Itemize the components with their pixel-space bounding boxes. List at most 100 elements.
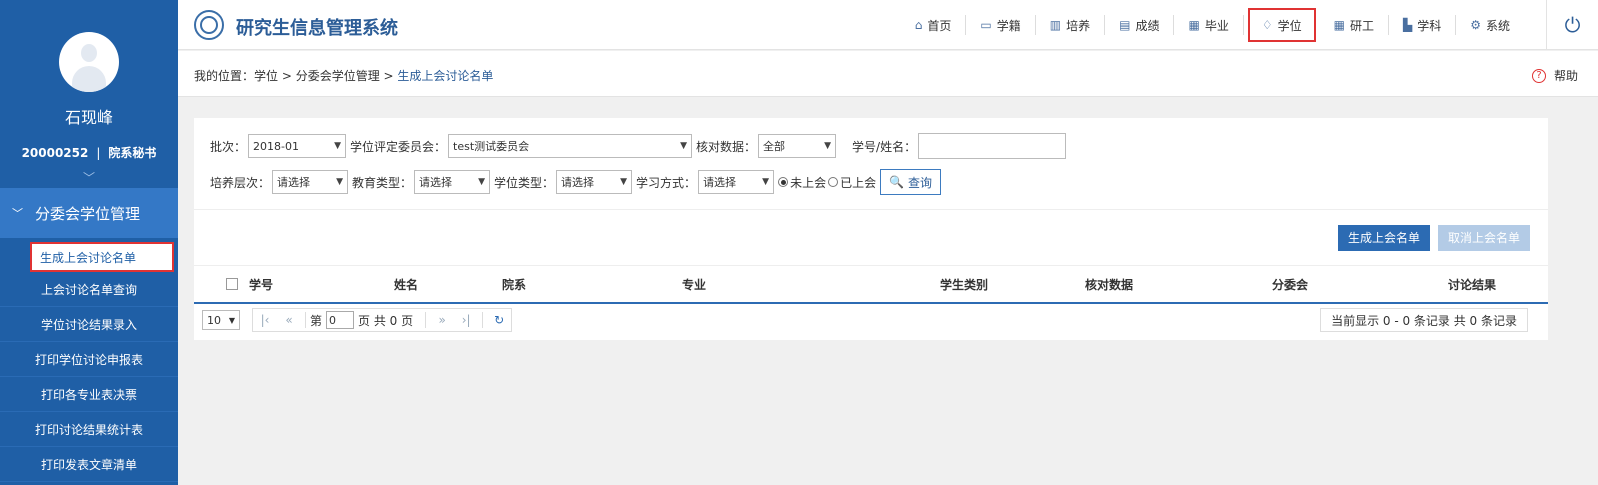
column-header[interactable]: 分委会 <box>1272 276 1308 293</box>
chevron-down-icon: ﹀ <box>12 207 23 220</box>
chevron-down-icon: ▼ <box>228 315 235 325</box>
sidebar-group-label: 分委会学位管理 <box>35 204 141 223</box>
committee-label: 学位评定委员会： <box>350 139 447 154</box>
level-label: 培养层次： <box>210 175 271 190</box>
prev-page-icon[interactable]: « <box>277 313 301 327</box>
nav-label: 毕业 <box>1204 18 1229 33</box>
radio-not-met[interactable]: 未上会 <box>778 174 826 191</box>
study-label: 学习方式： <box>636 175 697 190</box>
cancel-list-button[interactable]: 取消上会名单 <box>1437 224 1530 251</box>
nav-discipline[interactable]: ▙ 学科 <box>1389 15 1457 35</box>
nav-label: 学籍 <box>996 18 1021 33</box>
user-meta: 20000252 | 院系秘书 <box>21 146 157 160</box>
student-label: 学号/姓名： <box>852 139 917 154</box>
action-bar: 生成上会名单 取消上会名单 <box>194 210 1548 266</box>
sidebar-item-print-ballots[interactable]: 打印各专业表决票 <box>0 377 178 412</box>
study-value: 请选择 <box>703 176 737 189</box>
pager-controls: |‹ « 第 0 页 共 0 页 » ›| ↻ <box>252 308 513 332</box>
search-icon: 🔍 <box>889 175 905 189</box>
nav-training[interactable]: ▥ 培养 <box>1036 15 1106 35</box>
select-all-checkbox[interactable] <box>226 278 238 290</box>
breadcrumb-path[interactable]: 学位 > 分委会学位管理 > <box>254 69 397 83</box>
column-header[interactable]: 核对数据 <box>1085 276 1133 293</box>
batch-value: 2018-01 <box>253 139 299 153</box>
pagination: 10 ▼ |‹ « 第 0 页 共 0 页 » ›| ↻ 当前显示 0 - 0 条… <box>194 304 1548 336</box>
id-card-icon: ▭ <box>980 18 992 32</box>
column-header[interactable]: 讨论结果 <box>1448 276 1496 293</box>
column-header[interactable]: 姓名 <box>394 276 418 293</box>
committee-select[interactable]: test测试委员会 ▼ <box>448 134 693 158</box>
sidebar-item-print-application[interactable]: 打印学位讨论申报表 <box>0 342 178 377</box>
radio-met[interactable]: 已上会 <box>828 174 876 191</box>
chevron-down-icon: ▼ <box>762 177 770 187</box>
breadcrumb-current: 生成上会讨论名单 <box>397 69 494 83</box>
logo-icon <box>194 10 224 40</box>
committee-value: test测试委员会 <box>453 140 530 153</box>
top-bar: 研究生信息管理系统 ⌂ 首页 ▭ 学籍 ▥ 培养 ▤ 成绩 ▦ 毕业 ♢ 学位 ▦ 研工 ▙ 学… <box>178 0 1598 50</box>
help-link[interactable]: ? 帮助 <box>1531 67 1578 84</box>
nav-student-affairs[interactable]: ▦ 研工 <box>1320 15 1389 35</box>
nav-graduation[interactable]: ▦ 毕业 <box>1174 15 1244 35</box>
sidebar-item-print-statistics[interactable]: 打印讨论结果统计表 <box>0 412 178 447</box>
sidebar-group-degree-committee[interactable]: ﹀ 分委会学位管理 <box>0 188 178 238</box>
study-select[interactable]: 请选择 ▼ <box>698 170 775 194</box>
sidebar-item-result-entry[interactable]: 学位讨论结果录入 <box>0 307 178 342</box>
refresh-icon[interactable]: ↻ <box>487 313 511 327</box>
degree-select[interactable]: 请选择 ▼ <box>556 170 633 194</box>
last-page-icon[interactable]: ›| <box>454 313 478 327</box>
column-header[interactable]: 专业 <box>682 276 706 293</box>
page-input[interactable]: 0 <box>326 311 355 329</box>
chevron-down-icon[interactable]: ﹀ <box>0 169 178 186</box>
breadcrumb: 我的位置：学位 > 分委会学位管理 > 生成上会讨论名单 <box>194 67 493 84</box>
verify-select[interactable]: 全部 ▼ <box>758 134 837 158</box>
first-page-icon[interactable]: |‹ <box>253 313 277 327</box>
sidebar-item-print-articles[interactable]: 打印发表文章清单 <box>0 447 178 482</box>
sidebar-item-generate-list[interactable]: 生成上会讨论名单 <box>30 242 174 272</box>
filter-form: 批次： 2018-01 ▼ 学位评定委员会： test测试委员会 ▼ 核对数据： 全… <box>194 118 1548 210</box>
student-input[interactable] <box>918 133 1067 159</box>
column-header[interactable]: 院系 <box>502 276 526 293</box>
generate-list-button[interactable]: 生成上会名单 <box>1337 224 1430 251</box>
radio-label: 未上会 <box>790 175 827 190</box>
query-button[interactable]: 🔍 查询 <box>880 169 942 195</box>
verify-value: 全部 <box>763 140 786 153</box>
user-id: 20000252 <box>21 146 89 160</box>
batch-select[interactable]: 2018-01 ▼ <box>248 134 347 158</box>
degree-value: 请选择 <box>561 176 595 189</box>
breadcrumb-prefix: 我的位置： <box>194 69 255 83</box>
next-page-icon[interactable]: » <box>430 313 454 327</box>
help-label: 帮助 <box>1553 69 1578 83</box>
chevron-down-icon: ▼ <box>824 141 832 151</box>
level-value: 请选择 <box>277 176 311 189</box>
edu-select[interactable]: 请选择 ▼ <box>414 170 491 194</box>
page-size-value: 10 <box>207 313 221 327</box>
chevron-down-icon: ▼ <box>680 141 688 151</box>
gear-icon: ⚙ <box>1470 18 1481 32</box>
nav-label: 系统 <box>1485 18 1510 33</box>
main-nav: ⌂ 首页 ▭ 学籍 ▥ 培养 ▤ 成绩 ▦ 毕业 ♢ 学位 ▦ 研工 ▙ 学科 ⚙ 系统 <box>901 0 1524 50</box>
degree-label: 学位类型： <box>494 175 555 190</box>
app-title: 研究生信息管理系统 <box>236 18 398 39</box>
page-size-select[interactable]: 10 ▼ <box>202 310 240 330</box>
table-header: 学号 姓名 院系 专业 学生类别 核对数据 分委会 讨论结果 <box>194 266 1548 304</box>
nav-home[interactable]: ⌂ 首页 <box>901 15 967 35</box>
nav-degree[interactable]: ♢ 学位 <box>1247 8 1316 42</box>
nav-enrollment[interactable]: ▭ 学籍 <box>966 15 1036 35</box>
power-icon[interactable]: ⏻ <box>1546 0 1598 50</box>
breadcrumb-bar: 我的位置：学位 > 分委会学位管理 > 生成上会讨论名单 ? 帮助 <box>178 51 1598 97</box>
column-header[interactable]: 学生类别 <box>940 276 988 293</box>
chart-icon: ▥ <box>1049 18 1062 32</box>
chevron-down-icon: ▼ <box>336 177 344 187</box>
filter-row-2: 培养层次： 请选择 ▼ 教育类型： 请选择 ▼ 学位类型： 请选择 ▼ 学习方式： 请… <box>210 168 1532 196</box>
verify-label: 核对数据： <box>696 139 757 154</box>
document-icon: ▤ <box>1119 18 1131 32</box>
column-header[interactable]: 学号 <box>249 276 273 293</box>
nav-grades[interactable]: ▤ 成绩 <box>1105 15 1175 35</box>
radio-label: 已上会 <box>840 175 877 190</box>
sidebar-item-list-query[interactable]: 上会讨论名单查询 <box>0 272 178 307</box>
nav-system[interactable]: ⚙ 系统 <box>1456 15 1524 35</box>
radio-dot <box>778 177 789 187</box>
level-select[interactable]: 请选择 ▼ <box>272 170 349 194</box>
home-icon: ⌂ <box>914 18 923 32</box>
page-prefix: 第 <box>310 313 323 328</box>
